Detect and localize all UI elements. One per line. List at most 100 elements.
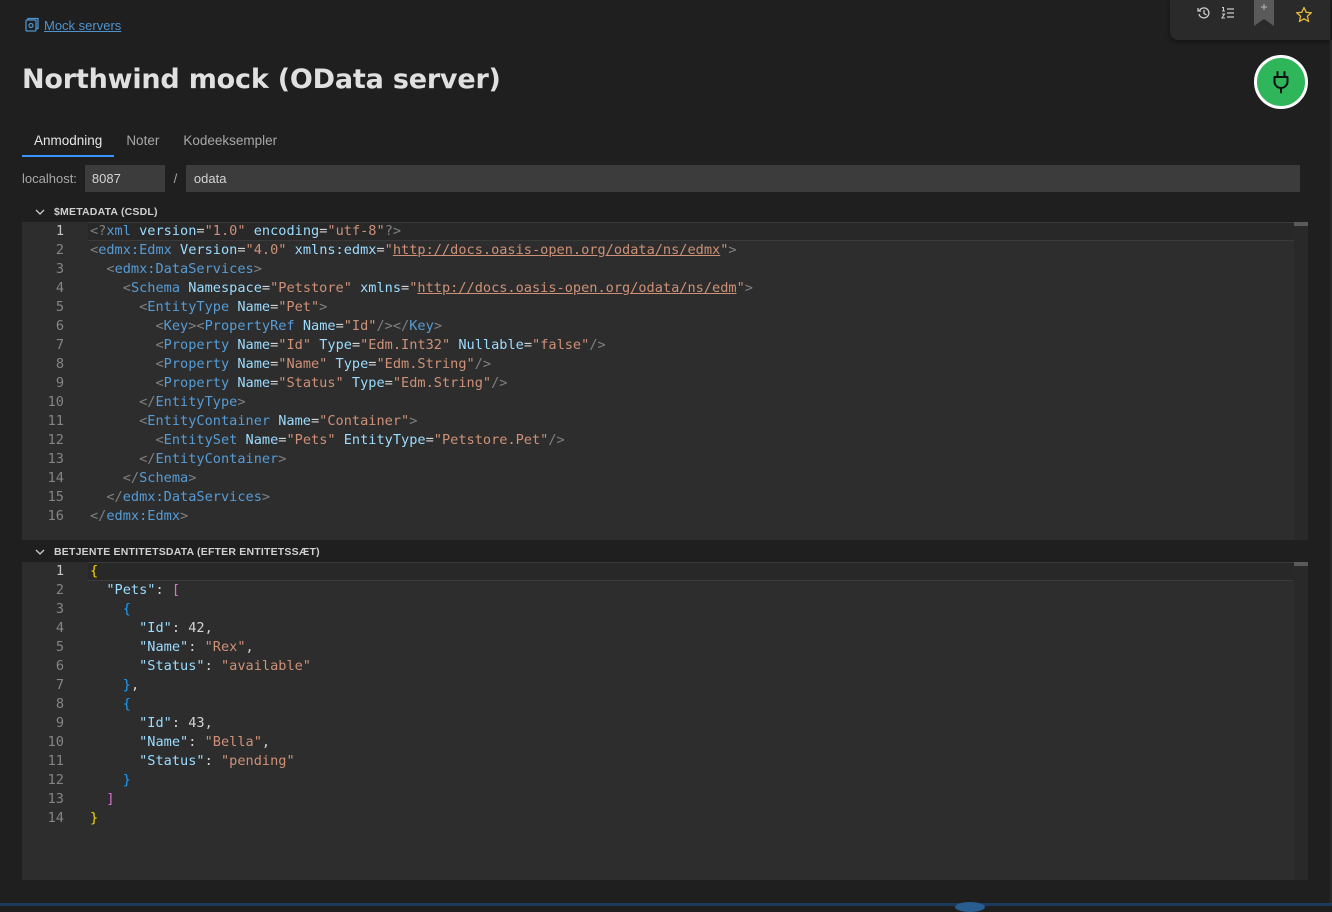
tab-anmodning[interactable]: Anmodning [22,125,115,157]
code-text: "Status": "pending" [90,752,295,771]
path-input[interactable] [185,165,1300,192]
code-token: Schema [139,470,189,486]
code-token: " [384,242,393,258]
code-token: "Status" [139,753,205,769]
code-token: version [130,223,197,239]
code-token: Key [163,318,189,334]
code-text: <?xml version="1.0" encoding="utf-8"?> [90,222,401,241]
entity-data-line[interactable]: 5 "Name": "Rex", [22,638,1308,657]
metadata-line[interactable]: 1 <?xml version="1.0" encoding="utf-8"?> [22,222,1308,241]
entity-data-line[interactable]: 4 "Id": 42, [22,619,1308,638]
line-number: 7 [55,337,64,353]
entity-data-line[interactable]: 3 { [22,600,1308,619]
code-token: xmlns [351,280,402,296]
metadata-line[interactable]: 9 <Property Name="Status" Type="Edm.Stri… [22,374,1308,393]
code-token: "Status" [139,658,205,674]
metadata-line[interactable]: 7 <Property Name="Id" Type="Edm.Int32" N… [22,336,1308,355]
code-token[interactable]: http://docs.oasis-open.org/odata/ns/edmx [393,242,720,258]
entity-data-line[interactable]: 10 "Name": "Bella", [22,733,1308,752]
start-server-button[interactable] [1254,55,1308,109]
metadata-line[interactable]: 3 <edmx:DataServices> [22,260,1308,279]
path-separator: / [173,171,178,186]
code-text: "Name": "Bella", [90,733,270,752]
entity-data-line[interactable]: 7 }, [22,676,1308,695]
code-token: PropertyRef [204,318,295,334]
code-token: : [171,715,189,731]
entity-data-line[interactable]: 1{ [22,562,1308,581]
line-number: 2 [55,582,64,598]
code-text: <EntityType Name="Pet"> [90,298,327,317]
tab-kodeeksempler[interactable]: Kodeeksempler [171,125,289,157]
code-text: <Property Name="Status" Type="Edm.String… [90,374,507,393]
code-token: /></ [376,318,410,334]
entity-data-line[interactable]: 8 { [22,695,1308,714]
history-icon[interactable] [1194,4,1214,22]
code-token: xmlns:edmx [286,242,377,258]
list-icon[interactable] [1218,4,1238,22]
metadata-line[interactable]: 8 <Property Name="Name" Type="Edm.String… [22,355,1308,374]
entity-data-line[interactable]: 9 "Id": 43, [22,714,1308,733]
code-token[interactable]: http://docs.oasis-open.org/odata/ns/edm [417,280,736,296]
code-token: } [90,810,99,826]
entity-data-line[interactable]: 11 "Status": "pending" [22,752,1308,771]
entity-data-line[interactable]: 13 ] [22,790,1308,809]
metadata-line[interactable]: 16 </edmx:Edmx> [22,507,1308,526]
entity-data-line[interactable]: 6 "Status": "available" [22,657,1308,676]
url-row: localhost: / [22,165,1300,192]
bookmark-icon[interactable] [1254,0,1274,26]
code-text: "Name": "Rex", [90,638,254,657]
metadata-line[interactable]: 6 <Key><PropertyRef Name="Id"/></Key> [22,317,1308,336]
breadcrumb-mock-servers-link[interactable]: Mock servers [44,18,121,33]
metadata-line[interactable]: 12 <EntitySet Name="Pets" EntityType="Pe… [22,431,1308,450]
plug-icon [1273,71,1289,94]
code-token: Name [229,337,271,353]
metadata-line[interactable]: 2 <edmx:Edmx Version="4.0" xmlns:edmx="ht… [22,241,1308,260]
code-text: }, [90,676,139,695]
code-token: "Edm.String" [376,356,475,372]
metadata-line[interactable]: 14 </Schema> [22,469,1308,488]
metadata-line[interactable]: 4 <Schema Namespace="Petstore" xmlns="ht… [22,279,1308,298]
code-token: > [433,318,442,334]
chevron-down-icon [35,209,45,215]
line-number: 16 [47,508,64,524]
entity-data-line[interactable]: 2 "Pets": [ [22,581,1308,600]
code-token: "Bella" [204,734,262,750]
metadata-line[interactable]: 15 </edmx:DataServices> [22,488,1308,507]
star-icon[interactable] [1294,6,1314,24]
code-token: "Name" [139,734,189,750]
metadata-editor[interactable]: 1 <?xml version="1.0" encoding="utf-8"?> 2… [22,222,1308,540]
port-input[interactable] [84,165,165,192]
line-number: 2 [55,242,64,258]
code-token: < [155,356,164,372]
entity-data-section-toggle[interactable]: BETJENTE ENTITETSDATA (EFTER ENTITETSSÆT… [22,543,320,561]
code-token: /> [491,375,508,391]
code-token: "pending" [220,753,295,769]
line-number: 11 [47,413,64,429]
metadata-line[interactable]: 5 <EntityType Name="Pet"> [22,298,1308,317]
entity-data-editor[interactable]: 1{2 "Pets": [3 {4 "Id": 42, 5 "Name": "Re… [22,562,1308,880]
tab-noter[interactable]: Noter [114,125,171,157]
line-number: 14 [47,810,64,826]
code-token: [ [171,582,181,598]
code-token: ] [106,791,115,807]
entity-data-line[interactable]: 12 } [22,771,1308,790]
metadata-line[interactable]: 11 <EntityContainer Name="Container"> [22,412,1308,431]
line-number: 12 [47,772,64,788]
code-token: : [155,582,172,598]
code-token: </ [122,470,140,486]
metadata-section-toggle[interactable]: $METADATA (CSDL) [22,203,158,221]
metadata-line[interactable]: 13 </EntityContainer> [22,450,1308,469]
metadata-line[interactable]: 10 </EntityType> [22,393,1308,412]
line-number: 8 [55,696,64,712]
entity-data-scrollbar[interactable] [1294,562,1308,880]
metadata-scrollbar[interactable] [1294,222,1308,540]
entity-data-line[interactable]: 14} [22,809,1308,828]
line-number: 4 [55,620,64,636]
code-token: = [310,413,320,429]
code-token: < [122,280,131,296]
